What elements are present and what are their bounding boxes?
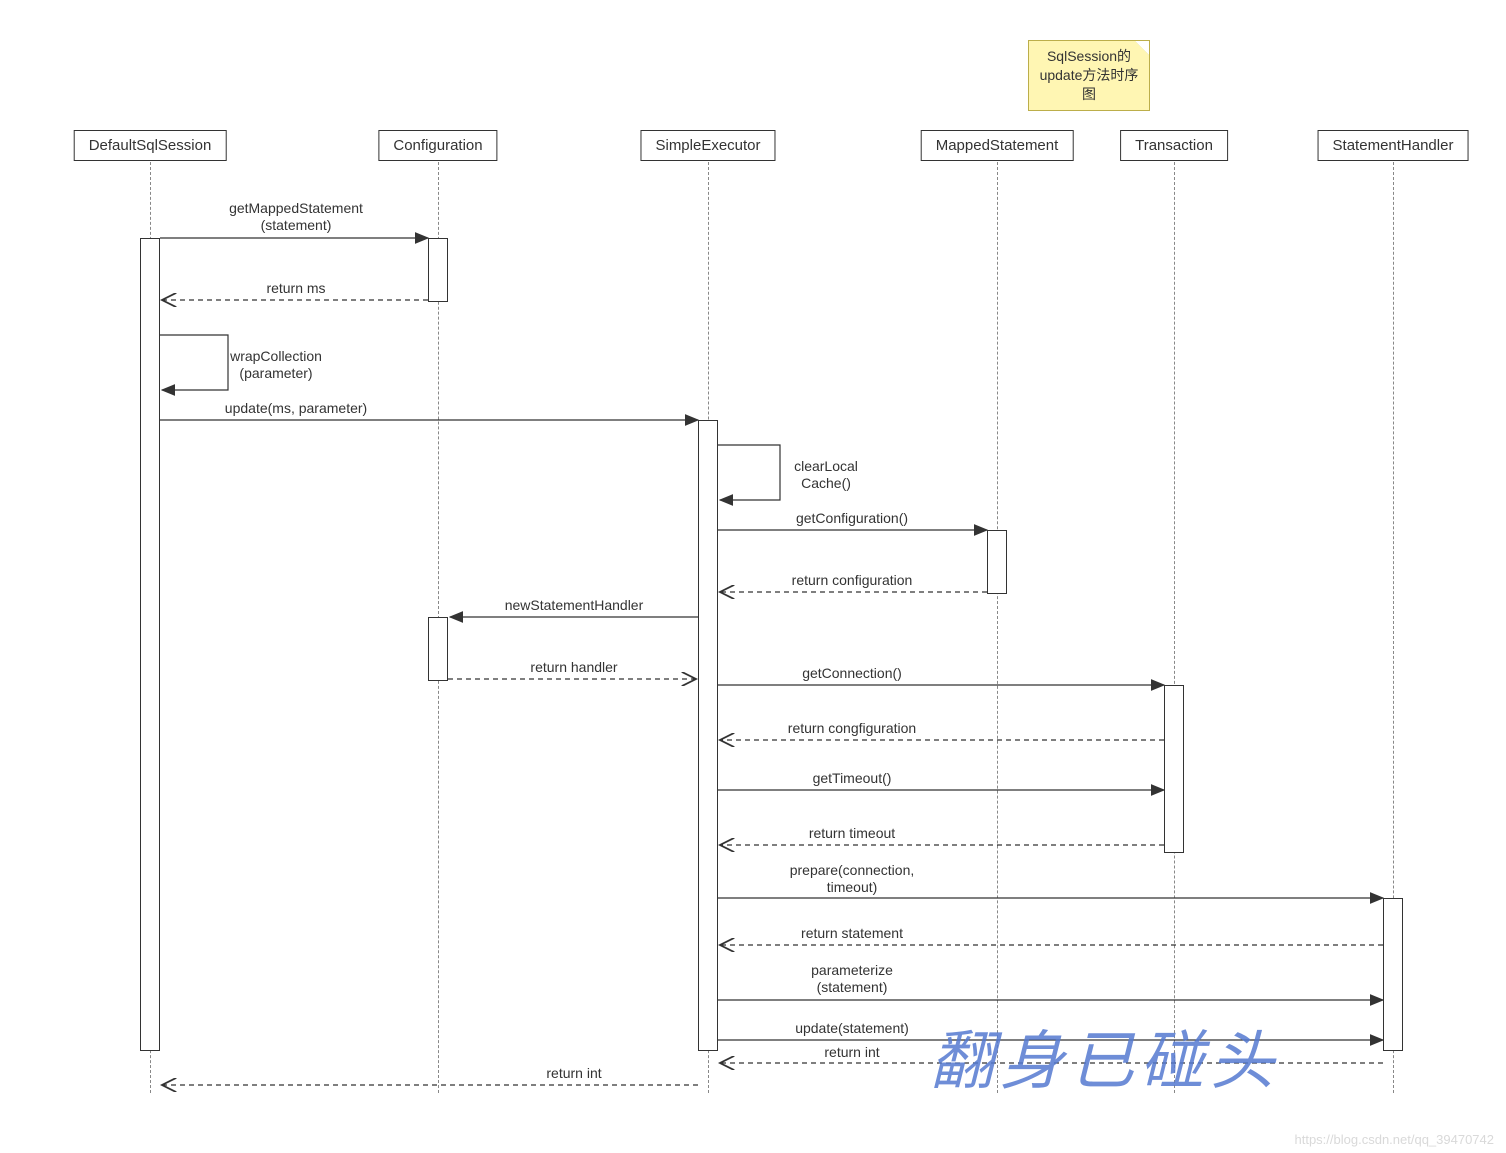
activation-mapped-statement [987,530,1007,594]
msg-return-timeout: return timeout [809,825,895,842]
msg-get-connection: getConnection() [802,665,902,682]
activation-simple-executor [698,420,718,1051]
msg-update: update(ms, parameter) [225,400,367,417]
lifeline-mapped-statement: MappedStatement [921,130,1074,161]
watermark-text: 翻身已碰头 [930,1010,1280,1102]
activation-configuration-2 [428,617,448,681]
lifeline-statement-handler: StatementHandler [1318,130,1469,161]
note-line1: SqlSession的 [1047,48,1131,64]
msg-update-statement: update(statement) [795,1020,909,1037]
lifeline-line [997,162,998,1093]
msg-return-congfiguration: return congfiguration [788,720,916,737]
note-line2: update方法时序图 [1040,67,1139,102]
msg-wrap-collection: wrapCollection(parameter) [230,348,322,382]
lifeline-transaction: Transaction [1120,130,1228,161]
arrows-layer [0,0,1506,1153]
diagram-note: SqlSession的 update方法时序图 [1028,40,1150,111]
msg-get-configuration: getConfiguration() [796,510,908,527]
msg-return-statement: return statement [801,925,903,942]
msg-return-configuration: return configuration [792,572,913,589]
credit-text: https://blog.csdn.net/qq_39470742 [1295,1132,1495,1147]
msg-new-statement-handler: newStatementHandler [505,597,644,614]
msg-get-mapped-statement: getMappedStatement(statement) [229,200,363,234]
msg-get-timeout: getTimeout() [813,770,892,787]
activation-configuration-1 [428,238,448,302]
activation-statement-handler [1383,898,1403,1051]
lifeline-line [1174,162,1175,1093]
msg-parameterize: parameterize(statement) [811,962,893,996]
activation-default-sql-session [140,238,160,1051]
sequence-diagram: SqlSession的 update方法时序图 DefaultSqlSessio… [0,0,1506,1153]
lifeline-simple-executor: SimpleExecutor [640,130,775,161]
activation-transaction [1164,685,1184,853]
msg-prepare: prepare(connection,timeout) [790,862,915,896]
msg-return-ms: return ms [266,280,325,297]
msg-clear-local-cache: clearLocalCache() [794,458,858,492]
msg-return-handler: return handler [530,659,617,676]
lifeline-default-sql-session: DefaultSqlSession [74,130,227,161]
msg-return-int-1: return int [824,1044,879,1061]
lifeline-configuration: Configuration [378,130,497,161]
msg-return-int-2: return int [546,1065,601,1082]
